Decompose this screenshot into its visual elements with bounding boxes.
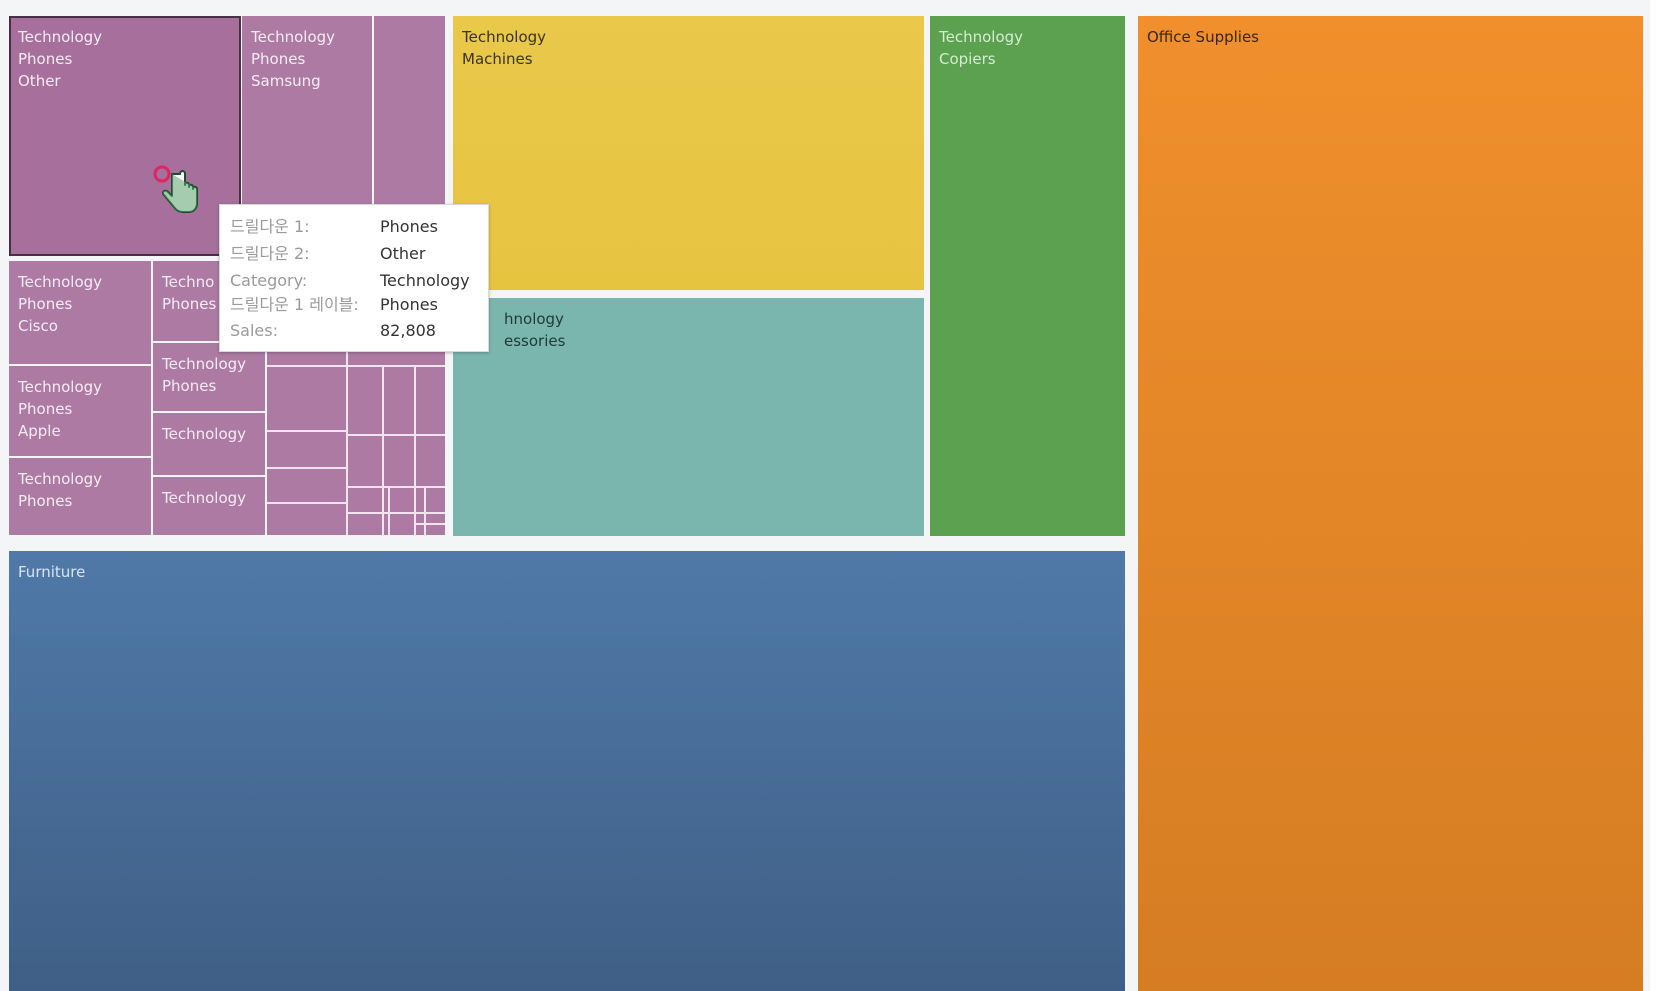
tile-label: Techno Phones: [162, 273, 217, 313]
divider: [388, 486, 390, 535]
tile-label: Technology Machines: [462, 28, 547, 68]
tile-label: Technology: [162, 489, 247, 507]
divider: [424, 486, 426, 535]
tooltip-key: Category:: [230, 271, 308, 290]
tooltip-key: 드릴다운 1:: [230, 217, 310, 236]
tooltip-value: Phones: [380, 295, 438, 314]
tile-label: Technology Phones Samsung: [251, 28, 336, 90]
divider: [414, 523, 445, 525]
tile-label: Technology Phones: [18, 470, 103, 510]
divider: [267, 467, 346, 469]
right-margin: [1650, 0, 1669, 991]
tooltip-value: Phones: [380, 217, 438, 236]
tile-phones-apple[interactable]: Technology Phones Apple: [9, 366, 151, 456]
tile-phones-cisco[interactable]: Technology Phones Cisco: [9, 261, 151, 364]
tile-label: Technology: [162, 425, 247, 443]
tile-technology-b[interactable]: Technology: [153, 477, 265, 535]
tile-label: Technology Copiers: [939, 28, 1024, 68]
tile-copiers[interactable]: Technology Copiers: [930, 16, 1125, 536]
tooltip-value: Other: [380, 244, 426, 263]
tile-label: Office Supplies: [1147, 28, 1260, 46]
tile-accessories[interactable]: hnology essories: [453, 298, 924, 536]
tooltip: 드릴다운 1: Phones 드릴다운 2: Other Category: T…: [219, 204, 489, 352]
tile-furniture[interactable]: Furniture: [9, 551, 1125, 991]
tile-label: Technology Phones Cisco: [18, 273, 103, 335]
divider: [414, 365, 416, 535]
tooltip-key: Sales:: [230, 321, 278, 340]
tile-phones-small-group[interactable]: [267, 343, 445, 535]
tile-label: Furniture: [18, 563, 86, 581]
hand-cursor-icon: [153, 165, 198, 213]
tile-office-supplies[interactable]: Office Supplies: [1138, 16, 1643, 991]
divider: [346, 486, 445, 488]
tooltip-key: 드릴다운 2:: [230, 244, 310, 263]
tile-label: Technology Phones Other: [18, 28, 103, 90]
tile-phones-other[interactable]: Technology Phones Other: [9, 16, 241, 256]
divider: [267, 365, 445, 367]
divider: [346, 434, 445, 436]
tile-phones-a[interactable]: Technology Phones: [153, 343, 265, 411]
divider: [267, 502, 346, 504]
tile-label: Technology Phones: [162, 355, 247, 395]
tooltip-value: 82,808: [380, 321, 436, 340]
tile-technology-a[interactable]: Technology: [153, 413, 265, 475]
tile-label: Technology Phones Apple: [18, 378, 103, 440]
divider: [346, 512, 445, 514]
tile-label: hnology essories: [504, 310, 566, 350]
divider: [382, 365, 384, 535]
divider: [346, 343, 348, 535]
tooltip-value: Technology: [380, 271, 470, 290]
tile-phones-b[interactable]: Technology Phones: [9, 458, 151, 535]
treemap-chart: Technology Phones Other Technology Phone…: [0, 0, 1669, 991]
tooltip-key: 드릴다운 1 레이블:: [230, 295, 359, 314]
tile-machines[interactable]: Technology Machines: [453, 16, 924, 290]
divider: [267, 430, 346, 432]
